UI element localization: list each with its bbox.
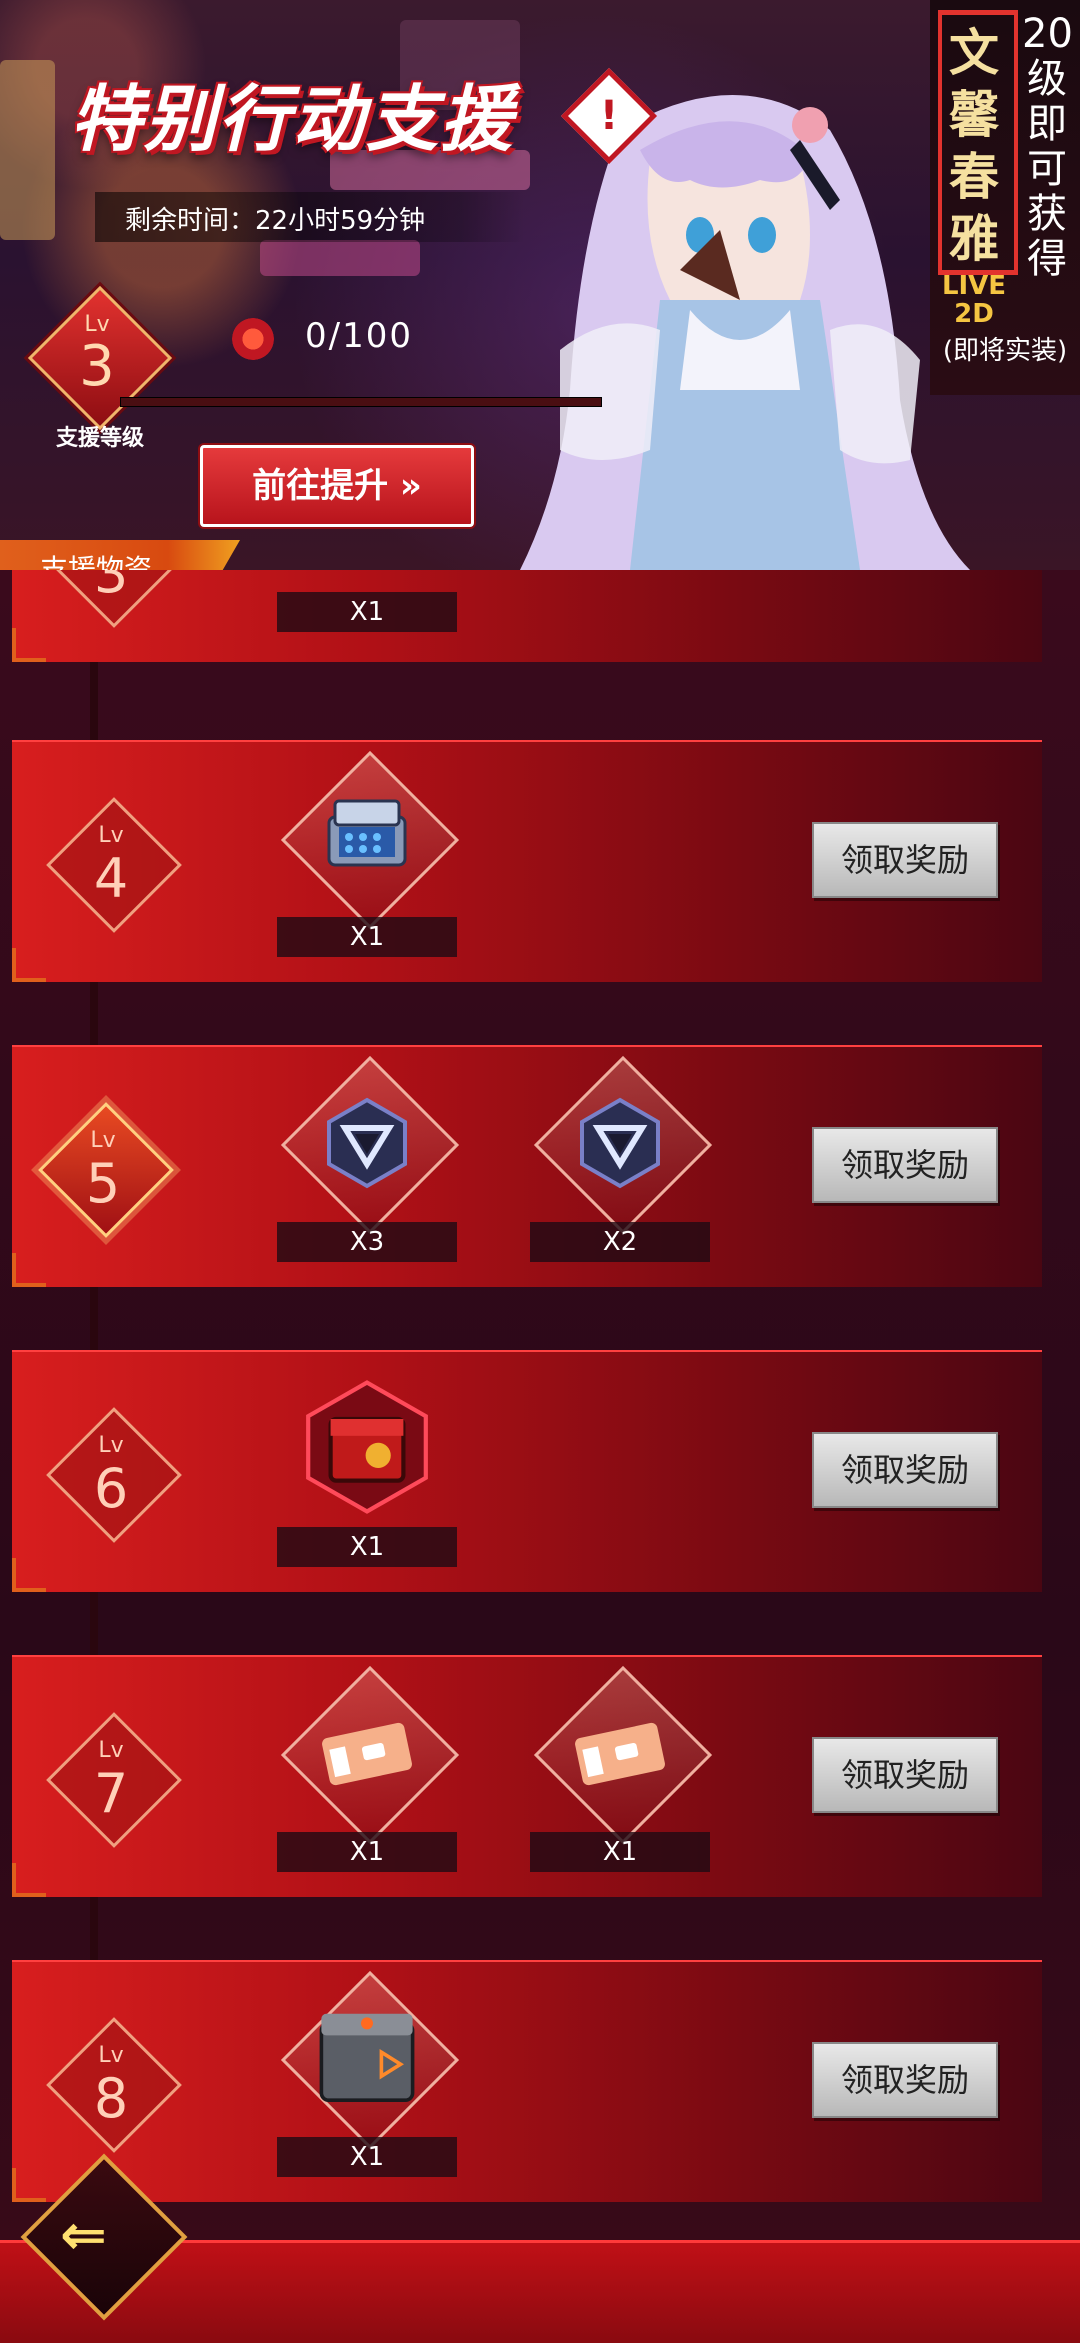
remaining-time-text: 剩余时间：22小时59分钟: [125, 206, 426, 236]
support-points-progress: 0/100: [305, 316, 413, 356]
dragon-chest-icon: [306, 1380, 428, 1514]
live2d-badge: LIVE 2D: [941, 271, 1007, 329]
level-node: Lv 4: [36, 787, 186, 937]
claim-reward-button[interactable]: 领取奖励: [812, 1737, 998, 1813]
go-upgrade-button[interactable]: 前往提升 »: [200, 445, 474, 527]
skin-name: 文 馨 春 雅: [949, 24, 999, 268]
event-title: 特别行动支援: [70, 77, 515, 161]
reward-quantity: X1: [277, 917, 457, 957]
support-points-icon: [232, 318, 274, 360]
reward-item[interactable]: X2: [530, 1055, 713, 1272]
claim-reward-button[interactable]: 领取奖励: [812, 822, 998, 898]
reward-quantity: X1: [277, 1832, 457, 1872]
reward-quantity: X1: [277, 2137, 457, 2177]
support-level-number: 3: [79, 334, 115, 399]
reward-item[interactable]: X1: [277, 1970, 460, 2187]
reward-quantity: X1: [530, 1832, 710, 1872]
background-lantern: [0, 60, 55, 240]
tab-support-supplies[interactable]: 支援物资: [0, 540, 240, 570]
back-arrow-icon: ⇐: [60, 2203, 107, 2268]
ticket-icon: [575, 1722, 665, 1786]
skin-promo-panel[interactable]: 文 馨 春 雅 20 级 即 可 获 得 LIVE 2D (即将实装): [930, 0, 1080, 395]
remaining-time: 剩余时间：22小时59分钟: [95, 192, 525, 242]
reward-item[interactable]: X1: [530, 1665, 713, 1882]
reward-quantity: X3: [277, 1222, 457, 1262]
support-level-caption: 支援等级: [55, 426, 144, 451]
reward-row-lv4: Lv 4 X1 领取奖励: [12, 740, 1042, 982]
reward-row-lv6: Lv 6 X1 领取奖励: [12, 1350, 1042, 1592]
reward-quantity: X1: [277, 592, 457, 632]
coming-soon-text: (即将实装): [942, 336, 1068, 366]
back-button[interactable]: ⇐: [15, 2148, 188, 2321]
event-header: 特别行动支援 ! 剩余时间：22小时59分钟 Lv 3 支援等级 0/100 前…: [0, 0, 1080, 570]
level-node: Lv 8: [36, 2007, 186, 2157]
character-portrait: [520, 95, 970, 570]
ticket-icon: [322, 1722, 412, 1786]
supply-case-icon: [327, 799, 407, 867]
reward-list[interactable]: Lv 3 X1 Lv 4 X1 领取奖励: [0, 570, 1080, 2340]
reward-quantity: X1: [277, 1527, 457, 1567]
claim-reward-button[interactable]: 领取奖励: [812, 2042, 998, 2118]
background-neon-sign: [260, 240, 420, 276]
core-module-icon: [327, 1097, 407, 1189]
level-node: Lv 3: [36, 570, 186, 632]
core-module-icon: [580, 1097, 660, 1189]
reward-item[interactable]: X3: [277, 1055, 460, 1272]
reward-item[interactable]: X1: [277, 1377, 457, 1577]
progress-bar: [120, 397, 602, 407]
level-node: Lv 7: [36, 1702, 186, 1852]
reward-row-lv7: Lv 7 X1 X1 领取奖励: [12, 1655, 1042, 1897]
claim-reward-button[interactable]: 领取奖励: [812, 1127, 998, 1203]
reward-item[interactable]: X1: [277, 750, 460, 967]
level-node-current: Lv 5: [28, 1092, 178, 1242]
tech-cube-icon: [319, 2013, 415, 2102]
reward-item[interactable]: X1: [277, 1665, 460, 1882]
reward-item[interactable]: X1: [277, 570, 457, 642]
reward-row-lv5: Lv 5 X3 X2 领取奖励: [12, 1045, 1042, 1287]
reward-row-lv3: Lv 3 X1: [12, 570, 1042, 662]
level-node: Lv 6: [36, 1397, 186, 1547]
reward-quantity: X2: [530, 1222, 710, 1262]
claim-reward-button[interactable]: 领取奖励: [812, 1432, 998, 1508]
unlock-condition: 20 级 即 可 获 得: [1022, 11, 1073, 282]
